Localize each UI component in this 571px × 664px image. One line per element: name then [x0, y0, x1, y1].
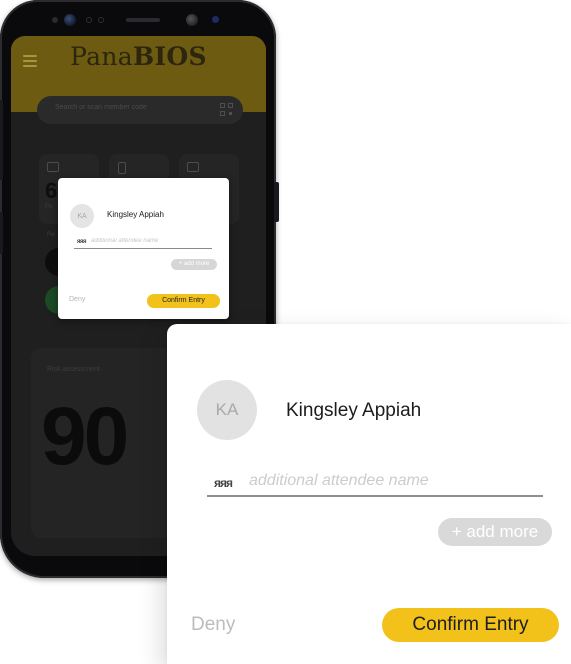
member-search-bar[interactable]: Search or scan member code — [37, 96, 243, 124]
avatar: KA — [70, 204, 94, 228]
confirm-entry-button[interactable]: Confirm Entry — [382, 608, 559, 642]
sensor-dot — [86, 17, 92, 23]
add-more-button[interactable]: + add more — [438, 518, 552, 546]
deny-button[interactable]: Deny — [69, 296, 85, 303]
qr-scan-icon[interactable] — [220, 103, 233, 116]
risk-label: Risk assessment — [47, 366, 100, 373]
side-button — [274, 182, 279, 222]
confirm-entry-dialog: KA Kingsley Appiah ᴙᴙᴙ + add more Deny C… — [167, 324, 571, 664]
calendar-icon — [187, 162, 199, 172]
search-placeholder: Search or scan member code — [55, 104, 147, 111]
input-underline — [74, 248, 212, 249]
attendee-name-input[interactable] — [249, 472, 539, 490]
sensor-dot — [52, 17, 58, 23]
confirm-entry-button[interactable]: Confirm Entry — [147, 294, 220, 308]
volume-button — [0, 100, 3, 180]
confirm-entry-dialog-small: KA Kingsley Appiah ᴙᴙᴙ + add more Deny C… — [58, 178, 229, 319]
stat-label: Pe — [45, 204, 53, 210]
input-underline — [207, 495, 543, 497]
phone-icon — [118, 162, 126, 174]
add-more-button[interactable]: + add more — [171, 259, 217, 270]
attendee-name-input[interactable] — [91, 238, 209, 244]
calendar-icon — [47, 162, 59, 172]
member-name: Kingsley Appiah — [286, 400, 422, 421]
app-logo: PanaBIOS — [70, 42, 207, 71]
iris-scanner-icon — [186, 14, 198, 26]
stat-value: 6 — [45, 178, 58, 203]
avatar: KA — [197, 380, 257, 440]
earpiece-speaker — [126, 18, 160, 22]
risk-value: 90 — [41, 391, 129, 482]
deny-button[interactable]: Deny — [191, 614, 235, 636]
power-button — [0, 212, 3, 254]
group-icon: ᴙᴙᴙ — [214, 476, 233, 490]
group-icon: ᴙᴙᴙ — [77, 239, 87, 245]
member-name: Kingsley Appiah — [107, 210, 164, 219]
recent-label: Re — [47, 232, 55, 238]
led-indicator — [212, 16, 219, 23]
phone-top-bezel — [46, 11, 230, 29]
front-camera-icon — [64, 14, 76, 26]
sensor-dot — [98, 17, 104, 23]
